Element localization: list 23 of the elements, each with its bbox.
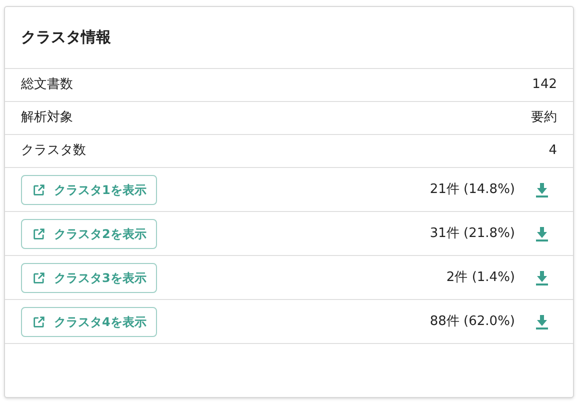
cluster-count: 88件 (62.0%): [430, 312, 515, 331]
download-icon[interactable]: [535, 182, 549, 198]
show-cluster-button[interactable]: クラスタ3を表示: [21, 262, 158, 292]
show-cluster-button[interactable]: クラスタ1を表示: [21, 174, 158, 204]
cluster-count: 2件 (1.4%): [446, 268, 515, 287]
download-icon[interactable]: [535, 314, 549, 330]
show-cluster-button[interactable]: クラスタ4を表示: [21, 306, 158, 336]
show-cluster-button[interactable]: クラスタ2を表示: [21, 218, 158, 248]
download-icon[interactable]: [535, 270, 549, 286]
info-label: 総文書数: [21, 76, 73, 94]
external-link-icon: [32, 226, 46, 240]
info-value: 142: [532, 76, 557, 94]
external-link-icon: [32, 314, 46, 328]
info-label: クラスタ数: [21, 142, 86, 160]
info-value: 4: [548, 142, 557, 160]
info-label: 解析対象: [21, 109, 73, 128]
cluster-count: 21件 (14.8%): [430, 180, 515, 199]
external-link-icon: [32, 182, 46, 196]
download-icon[interactable]: [535, 226, 549, 242]
external-link-icon: [32, 270, 46, 284]
info-value: 要約: [531, 109, 557, 128]
cluster-count: 31件 (21.8%): [430, 224, 515, 243]
card-title: クラスタ情報: [21, 27, 111, 48]
